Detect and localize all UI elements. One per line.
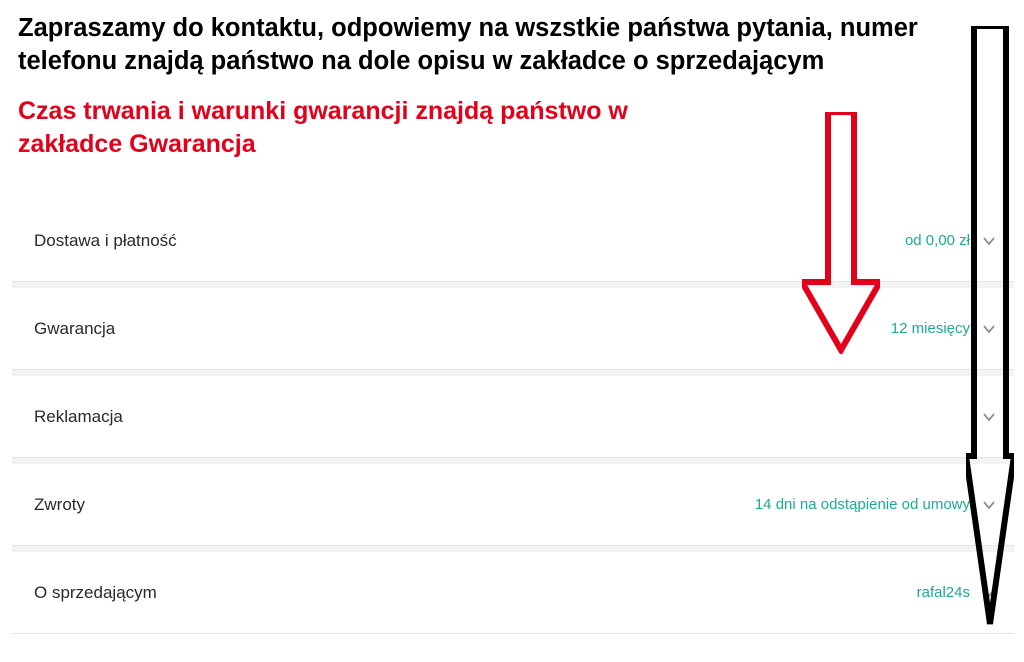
accordion-returns[interactable]: Zwroty 14 dni na odstąpienie od umowy <box>12 464 1014 546</box>
accordion-label: Reklamacja <box>34 407 123 427</box>
accordion-value: rafal24s <box>917 584 970 601</box>
accordion-value: od 0,00 zł <box>905 232 970 249</box>
chevron-down-icon <box>982 586 996 600</box>
accordion-label: Zwroty <box>34 495 85 515</box>
chevron-down-icon <box>982 234 996 248</box>
accordion-value: 12 miesięcy <box>891 320 970 337</box>
warranty-info-heading: Czas trwania i warunki gwarancji znajdą … <box>0 77 1024 160</box>
accordion-delivery[interactable]: Dostawa i płatność od 0,00 zł <box>12 200 1014 282</box>
chevron-down-icon <box>982 322 996 336</box>
contact-info-heading: Zapraszamy do kontaktu, odpowiemy na wsz… <box>0 0 1024 77</box>
accordion-warranty[interactable]: Gwarancja 12 miesięcy <box>12 288 1014 370</box>
accordion-label: O sprzedającym <box>34 583 157 603</box>
accordion-seller[interactable]: O sprzedającym rafal24s <box>12 552 1014 634</box>
accordion-list: Dostawa i płatność od 0,00 zł Gwarancja … <box>0 200 1024 634</box>
chevron-down-icon <box>982 410 996 424</box>
accordion-complaint[interactable]: Reklamacja <box>12 376 1014 458</box>
accordion-label: Gwarancja <box>34 319 115 339</box>
accordion-label: Dostawa i płatność <box>34 231 177 251</box>
chevron-down-icon <box>982 498 996 512</box>
accordion-value: 14 dni na odstąpienie od umowy <box>755 496 970 513</box>
